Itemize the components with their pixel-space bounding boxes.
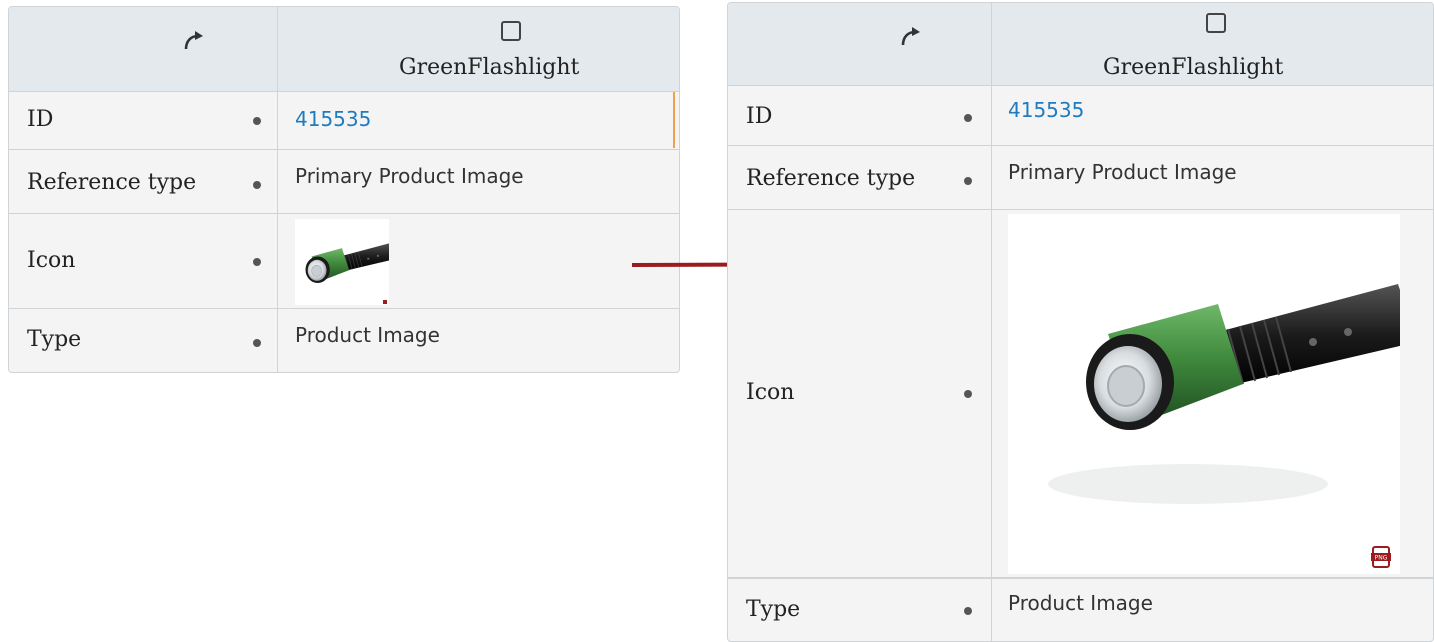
svg-text:PNG: PNG: [1375, 555, 1388, 562]
row-icon: Icon PNG: [728, 209, 1433, 578]
column-divider: [277, 92, 278, 150]
column-select-checkbox[interactable]: [1206, 13, 1226, 33]
column-title: GreenFlashlight: [399, 55, 580, 80]
row-label: Icon: [746, 380, 795, 405]
file-type-indicator-icon: [383, 300, 387, 304]
required-dot-icon: [253, 117, 261, 125]
row-id: ID 415535: [9, 91, 679, 150]
row-label: ID: [27, 107, 54, 132]
row-id: ID 415535: [728, 85, 1433, 146]
before-attribute-grid: GreenFlashlight ID 415535 Reference type…: [8, 6, 680, 373]
row-reference-type: Reference type Primary Product Image: [728, 145, 1433, 210]
required-dot-icon: [964, 114, 972, 122]
required-dot-icon: [964, 390, 972, 398]
row-label: Type: [746, 597, 801, 622]
flashlight-large-image[interactable]: [1008, 214, 1400, 574]
header-divider: [991, 3, 992, 85]
column-divider: [991, 210, 992, 578]
row-icon: Icon: [9, 213, 679, 309]
column-divider: [991, 579, 992, 641]
row-label: Type: [27, 327, 82, 352]
column-divider: [277, 214, 278, 309]
required-dot-icon: [253, 181, 261, 189]
column-select-checkbox[interactable]: [501, 21, 521, 41]
row-label: Reference type: [746, 166, 916, 191]
row-label: Icon: [27, 248, 76, 273]
flashlight-thumbnail-image[interactable]: [295, 219, 389, 305]
row-type: Type Product Image: [728, 577, 1433, 641]
row-label: Reference type: [27, 170, 197, 195]
type-value[interactable]: Product Image: [295, 323, 440, 347]
grid-header: GreenFlashlight: [728, 3, 1433, 85]
required-dot-icon: [253, 339, 261, 347]
after-attribute-grid: GreenFlashlight ID 415535 Reference type…: [727, 2, 1434, 642]
id-link[interactable]: 415535: [1008, 98, 1084, 122]
column-divider: [991, 146, 992, 210]
header-divider: [277, 7, 278, 91]
column-divider: [277, 150, 278, 214]
selected-cell-edge: [673, 92, 675, 148]
png-file-icon: PNG: [1371, 546, 1391, 572]
id-link[interactable]: 415535: [295, 107, 371, 131]
row-label: ID: [746, 104, 773, 129]
reference-type-value[interactable]: Primary Product Image: [1008, 160, 1237, 184]
grid-header: GreenFlashlight: [9, 7, 679, 91]
refresh-icon[interactable]: [898, 25, 922, 49]
refresh-icon[interactable]: [181, 29, 205, 53]
reference-type-value[interactable]: Primary Product Image: [295, 164, 524, 188]
column-divider: [277, 309, 278, 372]
type-value[interactable]: Product Image: [1008, 591, 1153, 615]
row-type: Type Product Image: [9, 308, 679, 372]
column-divider: [991, 86, 992, 146]
required-dot-icon: [253, 258, 261, 266]
required-dot-icon: [964, 177, 972, 185]
column-title: GreenFlashlight: [1103, 55, 1284, 80]
row-reference-type: Reference type Primary Product Image: [9, 149, 679, 214]
required-dot-icon: [964, 607, 972, 615]
